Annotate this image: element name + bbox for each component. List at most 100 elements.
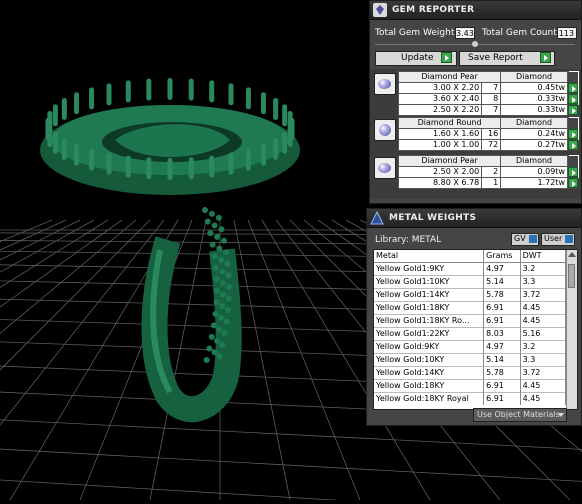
use-object-materials-dropdown[interactable]: Use Object Materials: [473, 408, 567, 422]
gem-size: 3.60 X 2.40: [397, 93, 483, 105]
bead: [218, 226, 225, 233]
prong: [106, 83, 112, 106]
divider-knob-icon: [472, 41, 478, 47]
metal-name: Yellow Gold1:22KY: [374, 327, 485, 341]
grid-line: [233, 219, 291, 501]
update-button[interactable]: Update: [375, 51, 457, 66]
gem-size: 3.00 X 2.20: [397, 82, 483, 94]
grid-line: [0, 219, 165, 426]
prong: [106, 152, 112, 175]
gem-row-play-icon[interactable]: [568, 140, 578, 150]
prong: [188, 157, 194, 180]
prong: [282, 104, 288, 127]
gem-count: 7: [481, 82, 502, 94]
metal-name: Yellow Gold1:10KY: [374, 275, 485, 289]
metal-dwt: 3.2: [520, 262, 567, 276]
metal-name: Yellow Gold:18KY Royal: [374, 392, 485, 405]
prong: [282, 131, 288, 154]
gem-reporter-panel: GEM REPORTER Total Gem Weight 3.43 Total…: [369, 0, 582, 204]
gem-reporter-titlebar[interactable]: GEM REPORTER: [370, 1, 581, 20]
table-row[interactable]: Yellow Gold:18KY Royal 6.91 4.45: [374, 392, 567, 405]
gem-row-play-icon[interactable]: [568, 178, 578, 188]
prong: [260, 143, 266, 166]
user-toggle[interactable]: User: [541, 233, 575, 246]
metal-grams: 6.91: [483, 301, 521, 315]
update-button-label: Update: [401, 53, 434, 63]
gem-row: 1.60 X 1.60 16 0.24tw: [397, 128, 579, 140]
bead: [221, 330, 228, 337]
metal-weights-table: Metal Grams DWT Yellow Gold1:9KY 4.97 3.2 …: [373, 249, 578, 410]
metal-weights-logo-icon: [370, 211, 384, 225]
round-diamond-icon[interactable]: [374, 119, 396, 141]
prong: [89, 148, 95, 171]
metal-grams: 6.91: [483, 392, 521, 405]
gem-group-table: Diamond Pear Diamond 2.50 X 2.00 2 0.09tw 8…: [397, 155, 579, 189]
prong: [52, 131, 58, 154]
scroll-thumb[interactable]: [568, 264, 575, 288]
save-report-button[interactable]: Save Report: [459, 51, 555, 66]
column-header-grams[interactable]: Grams: [483, 250, 521, 263]
metal-name: Yellow Gold:9KY: [374, 340, 485, 354]
gem-row-play-icon[interactable]: [568, 167, 578, 177]
gv-toggle[interactable]: GV: [511, 233, 539, 246]
metal-weights-titlebar[interactable]: METAL WEIGHTS: [367, 209, 581, 228]
save-report-play-icon: [540, 52, 551, 63]
bead: [219, 268, 226, 275]
bead: [225, 283, 232, 290]
table-row[interactable]: Yellow Gold1:18KY 6.91 4.45: [374, 301, 567, 315]
bead: [213, 299, 220, 306]
table-row[interactable]: Yellow Gold:9KY 4.97 3.2: [374, 340, 567, 354]
gem-material: Diamond: [500, 117, 568, 129]
pear-diamond-icon[interactable]: [374, 157, 396, 179]
gem-row: 2.50 X 2.20 7 0.33tw: [397, 104, 579, 116]
bead: [209, 241, 216, 248]
column-header-dwt[interactable]: DWT: [520, 250, 567, 263]
metal-grams: 8.03: [483, 327, 521, 341]
gem-weight: 1.72tw: [500, 177, 568, 189]
gem-row-play-icon[interactable]: [568, 83, 578, 93]
bead: [216, 245, 223, 252]
bead: [203, 357, 210, 363]
library-label: Library: METAL: [375, 235, 442, 245]
prong: [245, 87, 251, 110]
gem-row: 3.00 X 2.20 7 0.45tw: [397, 82, 579, 94]
table-row[interactable]: Yellow Gold:18KY 6.91 4.45: [374, 379, 567, 393]
total-gem-count-label: Total Gem Count: [482, 28, 557, 38]
total-gem-weight-value: 3.43: [455, 27, 475, 39]
prong: [273, 98, 279, 120]
grid-line: [0, 219, 95, 273]
column-header-metal[interactable]: Metal: [374, 250, 485, 263]
user-info-icon: [565, 235, 573, 243]
gem-shape: Diamond Pear: [397, 71, 502, 83]
table-row[interactable]: Yellow Gold1:22KY 8.03 5.16: [374, 327, 567, 341]
gem-row-play-icon[interactable]: [568, 129, 578, 139]
table-row[interactable]: Yellow Gold1:18KY Ro... 6.91 4.45: [374, 314, 567, 328]
user-label: User: [544, 234, 563, 243]
table-row[interactable]: Yellow Gold1:9KY 4.97 3.2: [374, 262, 567, 276]
gem-row-play-icon[interactable]: [568, 105, 578, 115]
prong: [52, 104, 58, 127]
bead: [218, 314, 225, 321]
table-scrollbar[interactable]: [566, 250, 577, 409]
pear-diamond-icon[interactable]: [374, 73, 396, 95]
table-row[interactable]: Yellow Gold:10KY 5.14 3.3: [374, 353, 567, 367]
save-report-button-label: Save Report: [468, 53, 523, 63]
metal-name: Yellow Gold1:9KY: [374, 262, 485, 276]
prong: [260, 92, 266, 115]
metal-grams: 5.14: [483, 275, 521, 289]
table-row[interactable]: Yellow Gold:14KY 5.78 3.72: [374, 366, 567, 380]
gem-weight: 0.09tw: [500, 166, 568, 178]
bead: [225, 272, 232, 279]
metal-name: Yellow Gold:18KY: [374, 379, 485, 393]
gem-groups-list: Diamond Pear Diamond 3.00 X 2.20 7 0.45tw 3…: [370, 69, 581, 199]
gem-row-play-icon[interactable]: [568, 94, 578, 104]
gem-row: 2.50 X 2.00 2 0.09tw: [397, 166, 579, 178]
table-row[interactable]: Yellow Gold1:10KY 5.14 3.3: [374, 275, 567, 289]
update-play-icon: [441, 52, 452, 63]
gem-material: Diamond: [500, 155, 568, 167]
metal-dwt: 3.72: [520, 288, 567, 302]
scroll-up-arrow-icon[interactable]: [568, 252, 576, 257]
bead: [219, 280, 226, 287]
bead: [219, 291, 226, 298]
table-row[interactable]: Yellow Gold1:14KY 5.78 3.72: [374, 288, 567, 302]
